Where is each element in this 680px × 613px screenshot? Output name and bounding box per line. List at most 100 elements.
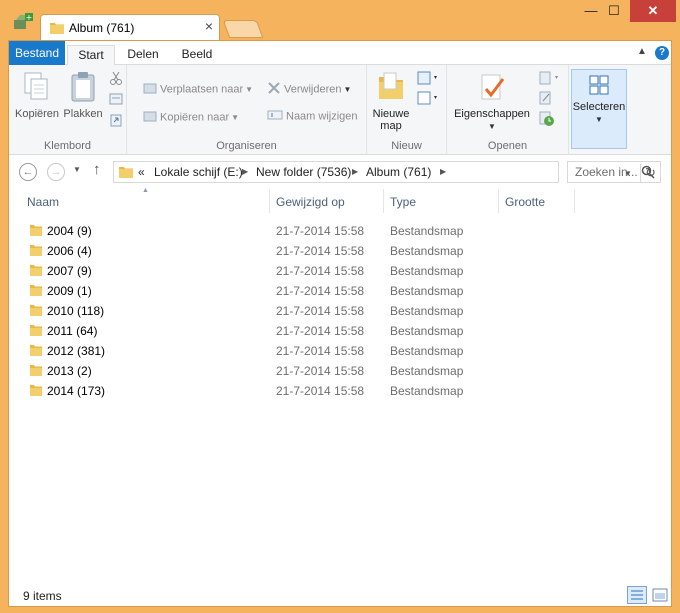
ribbon-expand-icon[interactable]: ▲: [637, 46, 647, 57]
item-date: 21-7-2014 15:58: [276, 224, 365, 238]
chevron-right-icon[interactable]: ▶: [352, 167, 358, 176]
folder-icon: [29, 384, 43, 400]
column-header-size[interactable]: Grootte: [505, 195, 545, 209]
item-date: 21-7-2014 15:58: [276, 324, 365, 338]
search-box[interactable]: Zoeken in...: [567, 161, 661, 183]
folder-icon: [29, 264, 43, 280]
group-nieuw: Nieuwe map Nieuw: [367, 65, 447, 155]
cut-icon[interactable]: [109, 71, 123, 88]
item-date: 21-7-2014 15:58: [276, 264, 365, 278]
move-to-label: Verplaatsen naar: [160, 83, 244, 96]
edit-icon[interactable]: [539, 91, 553, 108]
address-bar[interactable]: « Lokale schijf (E:) ▶ New folder (7536)…: [113, 161, 656, 183]
navigation-bar: ← → ▼ ↑ « Lokale schijf (E:) ▶ New folde…: [9, 155, 671, 189]
item-type: Bestandsmap: [390, 344, 464, 358]
list-item[interactable]: 2011 (64) 21-7-2014 15:58 Bestandsmap: [9, 321, 671, 341]
column-header-modified[interactable]: Gewijzigd op: [276, 195, 345, 209]
list-item[interactable]: 2013 (2) 21-7-2014 15:58 Bestandsmap: [9, 361, 671, 381]
ribbon: Kopiëren Plakken Klembord Verplaatsen na…: [9, 65, 671, 155]
history-icon[interactable]: [539, 111, 555, 130]
new-tab-button[interactable]: [222, 20, 264, 38]
window-title: Album (761): [69, 21, 135, 35]
item-type: Bestandsmap: [390, 264, 464, 278]
easy-access-icon[interactable]: [417, 91, 439, 108]
breadcrumb-item[interactable]: Lokale schijf (E:): [154, 165, 243, 179]
chevron-down-icon: ▼: [343, 85, 352, 95]
item-name: 2011 (64): [47, 324, 98, 338]
list-item[interactable]: 2010 (118) 21-7-2014 15:58 Bestandsmap: [9, 301, 671, 321]
close-button[interactable]: ✕: [630, 0, 676, 22]
forward-arrow-icon[interactable]: →: [47, 163, 65, 181]
recent-locations-icon[interactable]: ▼: [73, 165, 81, 174]
item-date: 21-7-2014 15:58: [276, 244, 365, 258]
paste-label: Plakken: [63, 108, 103, 120]
up-arrow-icon[interactable]: ↑: [93, 161, 101, 178]
group-label-nieuw: Nieuw: [391, 140, 422, 152]
tab-beeld[interactable]: Beeld: [175, 45, 219, 65]
paste-shortcut-icon[interactable]: [109, 113, 123, 130]
item-type: Bestandsmap: [390, 284, 464, 298]
tab-start[interactable]: Start: [67, 45, 115, 66]
copy-to-label: Kopiëren naar: [160, 111, 230, 124]
breadcrumb-item[interactable]: New folder (7536): [256, 165, 351, 179]
delete-x-icon: [267, 81, 281, 98]
chevron-right-icon[interactable]: ▶: [440, 167, 446, 176]
chevron-right-icon[interactable]: ▶: [242, 167, 248, 176]
new-item-icon[interactable]: [417, 71, 439, 88]
item-name: 2006 (4): [47, 244, 92, 258]
window-tab[interactable]: Album (761) ×: [40, 14, 220, 40]
list-item[interactable]: 2007 (9) 21-7-2014 15:58 Bestandsmap: [9, 261, 671, 281]
sort-ascending-icon: ▲: [142, 187, 149, 194]
item-type: Bestandsmap: [390, 324, 464, 338]
open-icon[interactable]: [539, 71, 561, 88]
list-item[interactable]: 2009 (1) 21-7-2014 15:58 Bestandsmap: [9, 281, 671, 301]
new-folder-button[interactable]: Nieuwe map: [369, 71, 413, 132]
new-folder-label-1: Nieuwe: [372, 108, 410, 120]
copy-button[interactable]: Kopiëren: [15, 71, 59, 120]
rename-button[interactable]: Naam wijzigen: [267, 109, 358, 124]
column-header-name[interactable]: Naam: [27, 195, 59, 209]
copy-to-icon: [143, 109, 157, 126]
maximize-button[interactable]: ☐: [603, 0, 625, 22]
move-to-button[interactable]: Verplaatsen naar ▼: [143, 81, 253, 98]
copy-path-icon[interactable]: [109, 93, 123, 108]
column-divider[interactable]: [269, 189, 270, 213]
item-type: Bestandsmap: [390, 244, 464, 258]
back-arrow-icon[interactable]: ←: [19, 163, 37, 181]
tab-delen[interactable]: Delen: [121, 45, 165, 65]
large-icons-view-icon[interactable]: [651, 586, 669, 604]
delete-button[interactable]: Verwijderen ▼: [267, 81, 351, 98]
breadcrumb-overflow[interactable]: «: [138, 165, 145, 179]
folder-icon: [29, 324, 43, 340]
list-item[interactable]: 2014 (173) 21-7-2014 15:58 Bestandsmap: [9, 381, 671, 401]
column-divider[interactable]: [383, 189, 384, 213]
list-item[interactable]: 2004 (9) 21-7-2014 15:58 Bestandsmap: [9, 221, 671, 241]
properties-button[interactable]: Eigenschappen ▼: [451, 71, 533, 132]
column-divider[interactable]: [498, 189, 499, 213]
rename-label: Naam wijzigen: [286, 110, 358, 123]
column-header-type[interactable]: Type: [390, 195, 416, 209]
search-icon[interactable]: [641, 165, 655, 182]
chevron-down-icon: ▼: [595, 115, 603, 124]
list-item[interactable]: 2006 (4) 21-7-2014 15:58 Bestandsmap: [9, 241, 671, 261]
help-icon[interactable]: ?: [655, 46, 669, 60]
paste-button[interactable]: Plakken: [63, 71, 103, 120]
minimize-button[interactable]: —: [580, 0, 602, 22]
search-placeholder: Zoeken in...: [575, 165, 638, 179]
details-view-icon[interactable]: [627, 586, 647, 604]
chevron-down-icon: ▼: [488, 122, 496, 131]
item-type: Bestandsmap: [390, 384, 464, 398]
tab-close-icon[interactable]: ×: [205, 18, 213, 34]
select-button[interactable]: Selecteren ▼: [571, 69, 627, 149]
item-name: 2012 (381): [47, 344, 106, 358]
group-label-organiseren: Organiseren: [216, 140, 277, 152]
item-date: 21-7-2014 15:58: [276, 384, 365, 398]
quick-access-toolbar-icon[interactable]: +: [12, 12, 34, 32]
folder-icon: [29, 284, 43, 300]
tab-bestand[interactable]: Bestand: [9, 41, 65, 65]
explorer-window: Bestand Start Delen Beeld ▲ ? Kopiëren P…: [8, 40, 672, 607]
column-divider[interactable]: [574, 189, 575, 213]
list-item[interactable]: 2012 (381) 21-7-2014 15:58 Bestandsmap: [9, 341, 671, 361]
copy-to-button[interactable]: Kopiëren naar ▼: [143, 109, 239, 126]
breadcrumb-item[interactable]: Album (761): [366, 165, 431, 179]
